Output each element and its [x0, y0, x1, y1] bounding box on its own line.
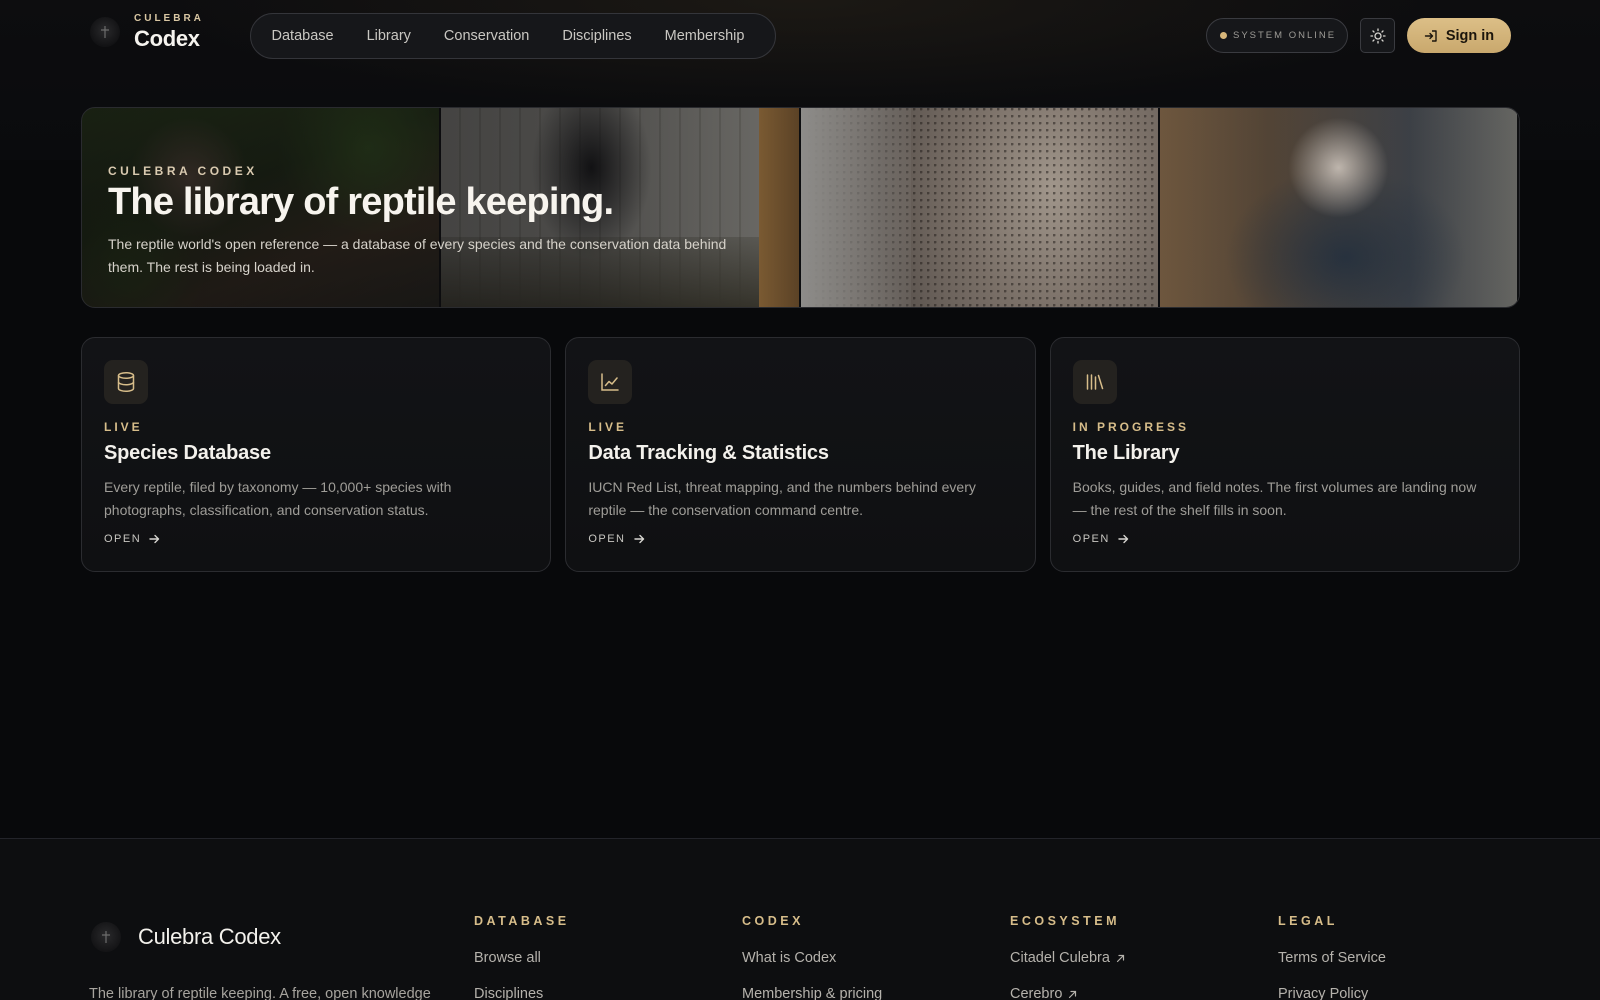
card-title: The Library [1072, 442, 1180, 464]
arrow-right-icon [1118, 534, 1129, 544]
footer-link-what-is-codex[interactable]: What is Codex [742, 950, 882, 966]
footer-link-cerebro[interactable]: Cerebro [1010, 986, 1125, 1000]
arrow-right-icon [149, 534, 160, 544]
status-text: SYSTEM ONLINE [1233, 30, 1337, 41]
main-nav: Database Library Conservation Discipline… [250, 13, 776, 59]
card-description-line-1: IUCN Red List, threat mapping, and the n… [588, 479, 976, 495]
feature-cards: LIVE Species Database Every reptile, fil… [81, 337, 1520, 572]
card-description: IUCN Red List, threat mapping, and the n… [588, 476, 1012, 522]
brand-name: Codex [134, 26, 200, 51]
footer-heading: DATABASE [474, 914, 570, 928]
card-description-line-1: Books, guides, and field notes. The firs… [1072, 479, 1477, 495]
snake-logo-icon [90, 17, 120, 47]
nav-item-library[interactable]: Library [350, 28, 427, 44]
card-species-database[interactable]: LIVE Species Database Every reptile, fil… [81, 337, 552, 572]
status-dot-icon [1220, 32, 1227, 39]
database-icon [104, 360, 148, 404]
hero-content: CULEBRA CODEX The library of reptile kee… [108, 164, 768, 279]
footer-link-disciplines[interactable]: Disciplines [474, 986, 570, 1000]
snake-logo-icon [91, 922, 121, 952]
card-open-label: OPEN [104, 533, 142, 545]
external-link-icon [1069, 990, 1077, 998]
nav-item-membership[interactable]: Membership [648, 28, 761, 44]
footer-link-browse-all[interactable]: Browse all [474, 950, 570, 966]
footer-link-label: Privacy Policy [1278, 986, 1369, 1000]
footer-column-ecosystem: ECOSYSTEM Citadel Culebra Cerebro [1010, 914, 1125, 1000]
footer-column-codex: CODEX What is Codex Membership & pricing [742, 914, 882, 1000]
login-icon [1424, 29, 1437, 42]
card-open-label: OPEN [1072, 533, 1110, 545]
card-title: Data Tracking & Statistics [588, 442, 829, 464]
system-status-badge: SYSTEM ONLINE [1206, 18, 1348, 53]
nav-item-database[interactable]: Database [255, 28, 350, 44]
brand-kicker: CULEBRA [134, 13, 204, 24]
card-status: LIVE [588, 420, 627, 434]
card-data-tracking[interactable]: LIVE Data Tracking & Statistics IUCN Red… [565, 337, 1036, 572]
footer-link-label: Browse all [474, 950, 541, 966]
card-description: Every reptile, filed by taxonomy — 10,00… [104, 476, 528, 522]
theme-toggle-button[interactable] [1360, 18, 1395, 53]
top-header: CULEBRA Codex Database Library Conservat… [0, 0, 1600, 72]
hero-description-line-2: them. The rest is being loaded in. [108, 258, 315, 275]
footer-column-database: DATABASE Browse all Disciplines [474, 914, 570, 1000]
hero-title: The library of reptile keeping. [108, 181, 614, 223]
footer-link-terms[interactable]: Terms of Service [1278, 950, 1386, 966]
card-status: IN PROGRESS [1072, 420, 1190, 434]
sign-in-button[interactable]: Sign in [1407, 18, 1511, 53]
footer-link-citadel-culebra[interactable]: Citadel Culebra [1010, 950, 1125, 966]
nav-item-disciplines[interactable]: Disciplines [546, 28, 648, 44]
site-footer: Culebra Codex The library of reptile kee… [0, 838, 1600, 1000]
footer-heading: CODEX [742, 914, 804, 928]
card-description-line-2: — the rest of the shelf fills in soon. [1072, 502, 1287, 518]
hero-description: The reptile world's open reference — a d… [108, 233, 768, 279]
footer-link-label: Cerebro [1010, 986, 1063, 1000]
card-the-library[interactable]: IN PROGRESS The Library Books, guides, a… [1049, 337, 1520, 572]
external-link-icon [1116, 954, 1125, 962]
footer-brand-name: Culebra Codex [138, 924, 281, 949]
footer-link-label: Terms of Service [1278, 950, 1386, 966]
card-open-label: OPEN [588, 533, 626, 545]
card-title: Species Database [104, 442, 271, 464]
chart-icon [588, 360, 633, 404]
card-open-link[interactable]: OPEN [588, 533, 644, 545]
footer-column-legal: LEGAL Terms of Service Privacy Policy [1278, 914, 1386, 1000]
card-description-line-1: Every reptile, filed by taxonomy — 10,00… [104, 479, 452, 495]
nav-item-conservation[interactable]: Conservation [427, 28, 545, 44]
footer-link-label: Disciplines [474, 986, 544, 1000]
footer-heading: LEGAL [1278, 914, 1338, 928]
brand-logo[interactable]: CULEBRA Codex [90, 14, 204, 50]
footer-tagline: The library of reptile keeping. A free, … [89, 986, 431, 1000]
card-open-link[interactable]: OPEN [104, 533, 160, 545]
card-description-line-2: photographs, classification, and conserv… [104, 502, 429, 518]
hero-description-line-1: The reptile world's open reference — a d… [108, 235, 727, 252]
footer-link-label: Citadel Culebra [1010, 950, 1110, 966]
footer-brand[interactable]: Culebra Codex [91, 922, 281, 952]
sun-icon [1369, 27, 1386, 44]
card-description: Books, guides, and field notes. The firs… [1073, 476, 1497, 522]
footer-link-privacy[interactable]: Privacy Policy [1278, 986, 1386, 1000]
footer-link-label: Membership & pricing [742, 986, 883, 1000]
card-description-line-2: reptile — the conservation command centr… [588, 502, 864, 518]
arrow-right-icon [633, 534, 644, 544]
footer-link-membership-pricing[interactable]: Membership & pricing [742, 986, 882, 1000]
card-status: LIVE [104, 420, 143, 434]
sign-in-label: Sign in [1445, 27, 1495, 44]
hero-banner: CULEBRA CODEX The library of reptile kee… [81, 107, 1520, 308]
footer-link-label: What is Codex [742, 950, 837, 966]
footer-heading: ECOSYSTEM [1010, 914, 1120, 928]
card-open-link[interactable]: OPEN [1073, 533, 1129, 545]
library-icon [1072, 360, 1117, 404]
hero-kicker: CULEBRA CODEX [108, 164, 258, 178]
